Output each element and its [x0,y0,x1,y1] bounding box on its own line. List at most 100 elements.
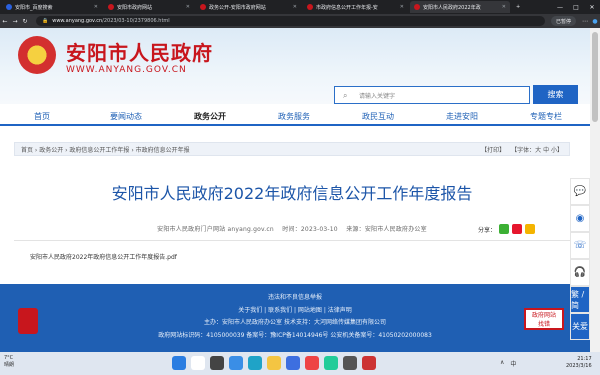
system-tray: ∧ 中 [500,359,516,368]
headset-icon[interactable]: 🎧 [570,259,590,286]
input-language[interactable]: 中 [510,359,516,368]
forward-icon[interactable]: → [10,18,20,25]
publish-date: 2023-03-10 [300,226,338,233]
error-report-badge[interactable]: 政府网站 找错 [524,308,564,330]
care-mode-button[interactable]: 关爱 [570,313,590,340]
weibo-icon[interactable] [512,224,523,234]
nav-item-gov-affairs[interactable]: 政务公开 [168,108,252,124]
maximize-button[interactable]: □ [568,4,584,11]
tray-expand-icon[interactable]: ∧ [500,359,504,368]
url-domain: www.anyang.gov.cn [52,18,103,24]
site-footer: 违法和不良信息举报 关于我们 | 联系我们 | 网站地图 | 法律声明 主办：安… [0,284,590,352]
search-button[interactable]: 搜索 [533,85,578,104]
message-icon[interactable]: 💬 [570,178,590,205]
print-link[interactable]: 【打印】 [481,145,505,154]
app-icon[interactable] [343,356,357,370]
breadcrumb: 首页 › 政务公开 › 政府信息公开工作年报 › 市政府信息公开年报 【打印】 … [14,142,570,156]
profile-paused-button[interactable]: 已暂停 [550,16,576,26]
menu-icon[interactable]: ⋯ [580,18,590,25]
site-header: 安阳市人民政府 WWW.ANYANG.GOV.CN ⌕ 请输入关键字 搜索 [0,28,590,104]
scrollbar-thumb[interactable] [592,32,598,122]
file-explorer-icon[interactable] [267,356,281,370]
national-emblem-icon [18,36,56,74]
start-icon[interactable] [172,356,186,370]
weather-widget[interactable]: 7°C 晴朗 [4,355,14,369]
breadcrumb-path[interactable]: 首页 › 政务公开 › 政府信息公开工作年报 › 市政府信息公开年报 [21,145,190,154]
site-title[interactable]: 安阳市人民政府 [66,37,213,66]
browser-tab-strip: 安阳市_百度搜索 ✕ 安阳市政府网站 ✕ 政务公开-安阳市政府网站 ✕ 市政府信息公开… [0,0,600,14]
nav-item-topics[interactable]: 专题专栏 [504,108,588,124]
share-label: 分享： [478,226,497,234]
report-link[interactable]: 违法和不良信息举报 [0,292,590,301]
new-tab-button[interactable]: + [512,1,524,13]
browser-tab[interactable]: 安阳市_百度搜索 ✕ [2,1,102,13]
qzone-icon[interactable] [525,224,536,234]
site-domain: WWW.ANYANG.GOV.CN [66,65,187,75]
close-icon[interactable]: ✕ [498,4,506,10]
app-icon[interactable] [324,356,338,370]
vertical-scrollbar[interactable] [590,28,600,352]
article-source: 安阳市人民政府办公室 [364,226,427,233]
nav-item-interaction[interactable]: 政民互动 [336,108,420,124]
close-icon[interactable]: ✕ [396,4,404,10]
address-bar[interactable]: 🔒 www.anyang.gov.cn /2023/03-10/2379806.… [36,16,545,26]
store-icon[interactable] [286,356,300,370]
reload-icon[interactable]: ↻ [20,18,30,25]
minimize-button[interactable]: — [552,4,568,11]
tab-favicon-icon [108,4,114,10]
taskbar-apps [172,356,376,370]
close-icon[interactable]: ✕ [90,4,98,10]
browser-tab-active[interactable]: 安阳市人民政府2022年政 ✕ [410,1,510,13]
share-bar: 分享： [478,224,536,234]
nav-item-about-anyang[interactable]: 走进安阳 [420,108,504,124]
close-window-button[interactable]: ✕ [584,4,600,11]
browser-tab[interactable]: 政务公开-安阳市政府网站 ✕ [196,1,301,13]
tab-label: 安阳市人民政府2022年政 [423,4,481,11]
browser-tab[interactable]: 安阳市政府网站 ✕ [104,1,194,13]
app-icon[interactable] [362,356,376,370]
side-toolbar: 💬 ◉ ☏ 🎧 繁 / 简 关爱 [570,178,590,340]
task-view-icon[interactable] [210,356,224,370]
footer-registration: 政府网站标识码：4105000039 备案号：豫ICP备14014946号 公安… [158,332,432,339]
weibo-icon[interactable]: ◉ [570,205,590,232]
address-toolbar: ← → ↻ 🔒 www.anyang.gov.cn /2023/03-10/23… [0,14,600,28]
lock-icon: 🔒 [42,18,49,24]
url-path: /2023/03-10/2379806.html [102,18,170,24]
tab-label: 政务公开-安阳市政府网站 [209,4,266,11]
window-controls: — □ ✕ [552,4,600,11]
windows-taskbar: 7°C 晴朗 ∧ 中 21:17 2023/3/16 [0,352,600,375]
tab-label: 市政府信息公开工作年报-安 [316,4,378,11]
tab-favicon-icon [6,4,12,10]
wechat-icon[interactable] [499,224,510,234]
search-icon[interactable] [191,356,205,370]
tab-favicon-icon [307,4,313,10]
attachment-link[interactable]: 安阳市人民政府2022年政府信息公开工作年度报告.pdf [30,252,177,261]
nav-item-home[interactable]: 首页 [0,108,84,124]
font-size-label: 【字体：大 中 小】 [511,146,563,154]
tab-label: 安阳市_百度搜索 [15,4,53,11]
tab-favicon-icon [200,4,206,10]
close-icon[interactable]: ✕ [182,4,190,10]
search-input[interactable]: ⌕ 请输入关键字 [334,86,530,104]
tab-label: 安阳市政府网站 [117,4,153,11]
browser-tab[interactable]: 市政府信息公开工作年报-安 ✕ [303,1,408,13]
article-title: 安阳市人民政府2022年政府信息公开工作年度报告 [111,184,473,203]
phone-icon[interactable]: ☏ [570,232,590,259]
edge-sidebar-icon[interactable]: ● [590,18,600,25]
traditional-simplified-toggle[interactable]: 繁 / 简 [570,286,590,313]
edge-icon[interactable] [248,356,262,370]
search-icon: ⌕ [343,91,348,100]
nav-item-news[interactable]: 要闻动态 [84,108,168,124]
nav-item-services[interactable]: 政务服务 [252,108,336,124]
divider [14,240,570,241]
widgets-icon[interactable] [229,356,243,370]
search-placeholder: 请输入关键字 [359,92,396,100]
back-icon[interactable]: ← [0,18,10,25]
web-page: 安阳市人民政府 WWW.ANYANG.GOV.CN ⌕ 请输入关键字 搜索 首页… [0,28,600,352]
clock[interactable]: 21:17 2023/3/16 [566,356,592,370]
footer-sponsor: 主办：安阳市人民政府办公室 技术支持：大河网络传媒集团有限公司 [204,319,386,326]
close-icon[interactable]: ✕ [289,4,297,10]
app-icon[interactable] [305,356,319,370]
source-site: 安阳市人民政府门户网站 anyang.gov.cn [157,226,274,233]
footer-links[interactable]: 关于我们 | 联系我们 | 网站地图 | 法律声明 [0,305,590,314]
